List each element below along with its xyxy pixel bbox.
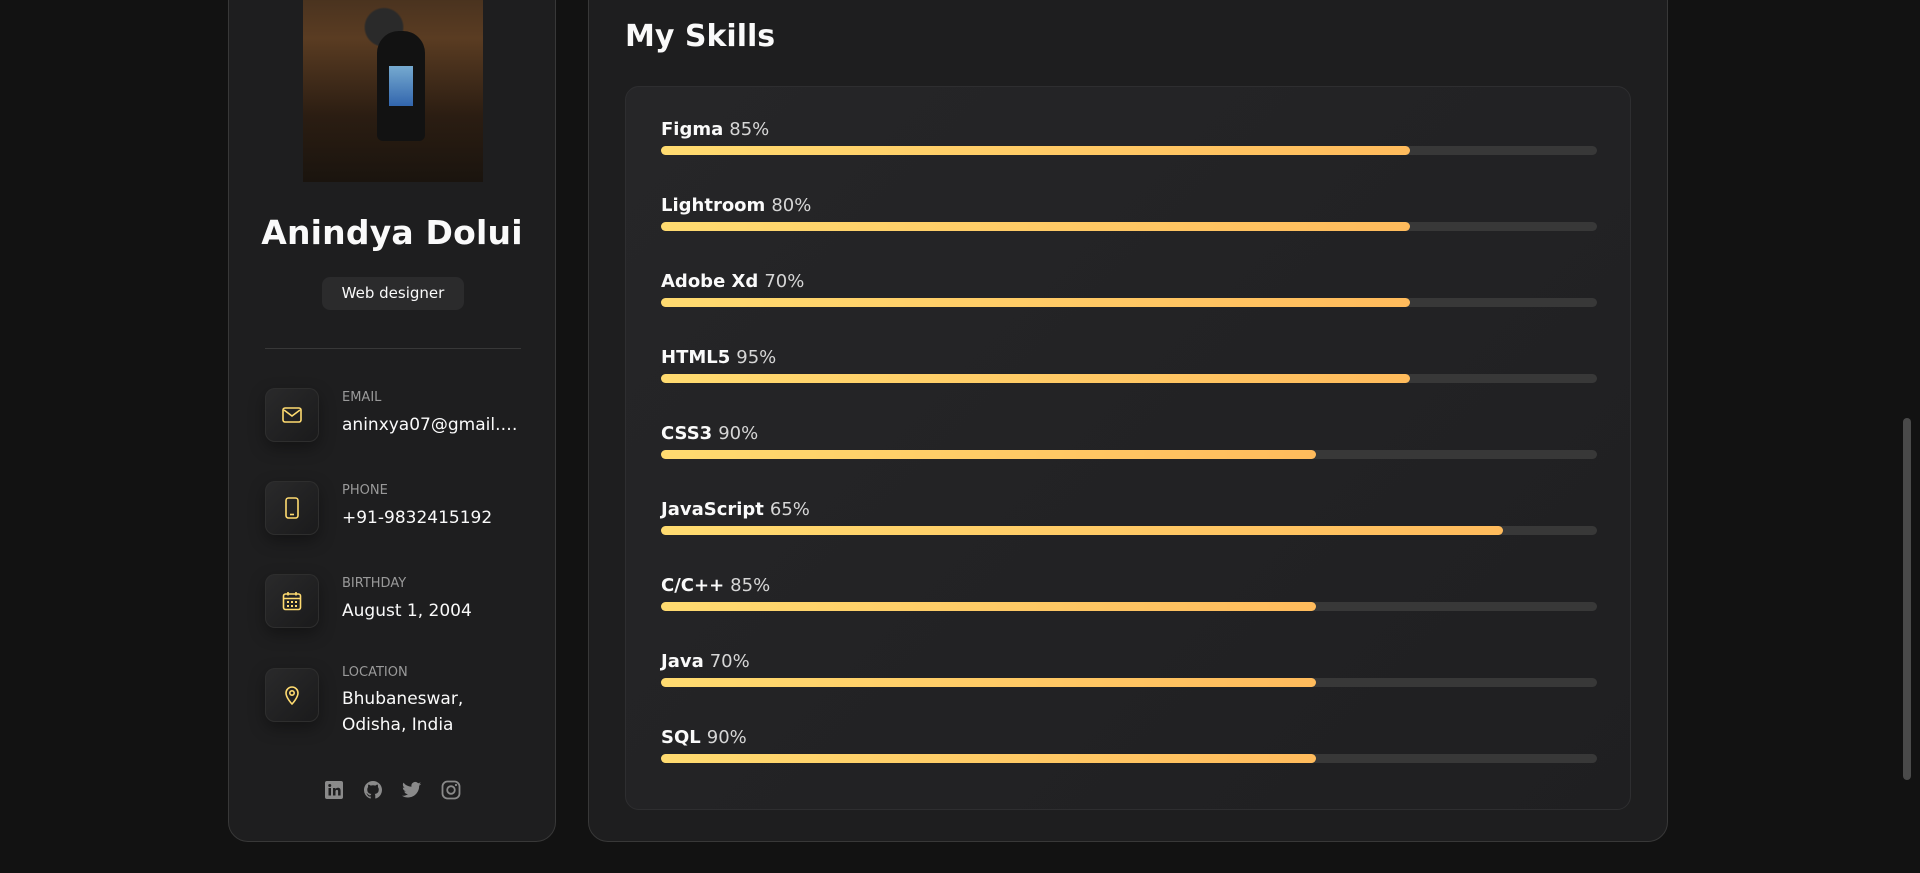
- skill-item: SQL 90%: [661, 727, 1597, 777]
- phone-icon: [265, 481, 319, 535]
- skill-name: Lightroom 80%: [661, 195, 811, 216]
- skill-item: HTML5 95%: [661, 347, 1597, 397]
- skill-label: SQL: [661, 727, 701, 748]
- skill-progress-track: [661, 222, 1597, 231]
- skills-heading: My Skills: [625, 19, 776, 54]
- skill-name: Adobe Xd 70%: [661, 271, 804, 292]
- skill-progress-fill: [661, 450, 1317, 459]
- skill-name: C/C++ 85%: [661, 575, 770, 596]
- skill-percent: 70%: [709, 651, 750, 672]
- calendar-icon: [265, 574, 319, 628]
- profile-name: Anindya Dolui: [261, 213, 523, 252]
- skill-label: Lightroom: [661, 195, 766, 216]
- skill-progress-track: [661, 146, 1597, 155]
- contact-label: EMAIL: [342, 390, 382, 405]
- skill-label: JavaScript: [661, 499, 764, 520]
- skill-name: HTML5 95%: [661, 347, 776, 368]
- skill-progress-fill: [661, 602, 1317, 611]
- location-value: Bhubaneswar, Odisha, India: [342, 689, 464, 735]
- separator: [265, 348, 521, 349]
- profile-sidebar: Anindya Dolui Web designer EMAIL aninxya…: [228, 0, 556, 842]
- skill-label: CSS3: [661, 423, 713, 444]
- main-card: My Skills Figma 85% Lightroom 80% Adobe Xd 70…: [588, 0, 1668, 842]
- skill-progress-fill: [661, 678, 1317, 687]
- contact-label: PHONE: [342, 483, 388, 498]
- skill-progress-track: [661, 602, 1597, 611]
- skill-label: Adobe Xd: [661, 271, 759, 292]
- skill-name: CSS3 90%: [661, 423, 758, 444]
- skill-progress-track: [661, 754, 1597, 763]
- skill-item: C/C++ 85%: [661, 575, 1597, 625]
- skill-progress-track: [661, 298, 1597, 307]
- skill-percent: 90%: [718, 423, 759, 444]
- skill-progress-track: [661, 450, 1597, 459]
- skill-item: Lightroom 80%: [661, 195, 1597, 245]
- skill-item: Java 70%: [661, 651, 1597, 701]
- page-scrollbar[interactable]: [1903, 418, 1911, 780]
- skill-progress-fill: [661, 754, 1317, 763]
- profile-title-badge: Web designer: [322, 277, 464, 310]
- twitter-icon[interactable]: [401, 779, 423, 801]
- skill-percent: 95%: [736, 347, 777, 368]
- skill-progress-fill: [661, 526, 1504, 535]
- contact-label: BIRTHDAY: [342, 576, 407, 591]
- avatar: [303, 0, 483, 182]
- skill-percent: 80%: [771, 195, 812, 216]
- skill-progress-fill: [661, 222, 1410, 231]
- skill-label: Java: [661, 651, 704, 672]
- skill-label: C/C++: [661, 575, 725, 596]
- skill-name: JavaScript 65%: [661, 499, 810, 520]
- skill-percent: 90%: [706, 727, 747, 748]
- skill-name: Java 70%: [661, 651, 750, 672]
- instagram-icon[interactable]: [440, 779, 462, 801]
- skill-progress-track: [661, 678, 1597, 687]
- skill-percent: 65%: [769, 499, 810, 520]
- social-links: [229, 779, 555, 801]
- mail-icon: [265, 388, 319, 442]
- skills-list: Figma 85% Lightroom 80% Adobe Xd 70% HTML5 95% C…: [625, 86, 1631, 810]
- skill-progress-track: [661, 374, 1597, 383]
- phone-link[interactable]: +91-9832415192: [342, 505, 522, 531]
- linkedin-icon[interactable]: [323, 779, 345, 801]
- birthday-value: August 1, 2004: [342, 601, 472, 621]
- email-link[interactable]: aninxya07@gmail.c...: [342, 412, 522, 438]
- skill-percent: 70%: [764, 271, 805, 292]
- skill-name: SQL 90%: [661, 727, 747, 748]
- skill-name: Figma 85%: [661, 119, 769, 140]
- skill-progress-fill: [661, 146, 1410, 155]
- skill-item: Adobe Xd 70%: [661, 271, 1597, 321]
- skill-percent: 85%: [730, 575, 771, 596]
- location-pin-icon: [265, 668, 319, 722]
- skill-label: Figma: [661, 119, 724, 140]
- skill-progress-fill: [661, 298, 1410, 307]
- skill-progress-fill: [661, 374, 1410, 383]
- skill-item: JavaScript 65%: [661, 499, 1597, 549]
- skill-item: CSS3 90%: [661, 423, 1597, 473]
- skill-progress-track: [661, 526, 1597, 535]
- github-icon[interactable]: [362, 779, 384, 801]
- skill-item: Figma 85%: [661, 119, 1597, 169]
- skill-label: HTML5: [661, 347, 731, 368]
- contact-label: LOCATION: [342, 665, 408, 680]
- skill-percent: 85%: [729, 119, 770, 140]
